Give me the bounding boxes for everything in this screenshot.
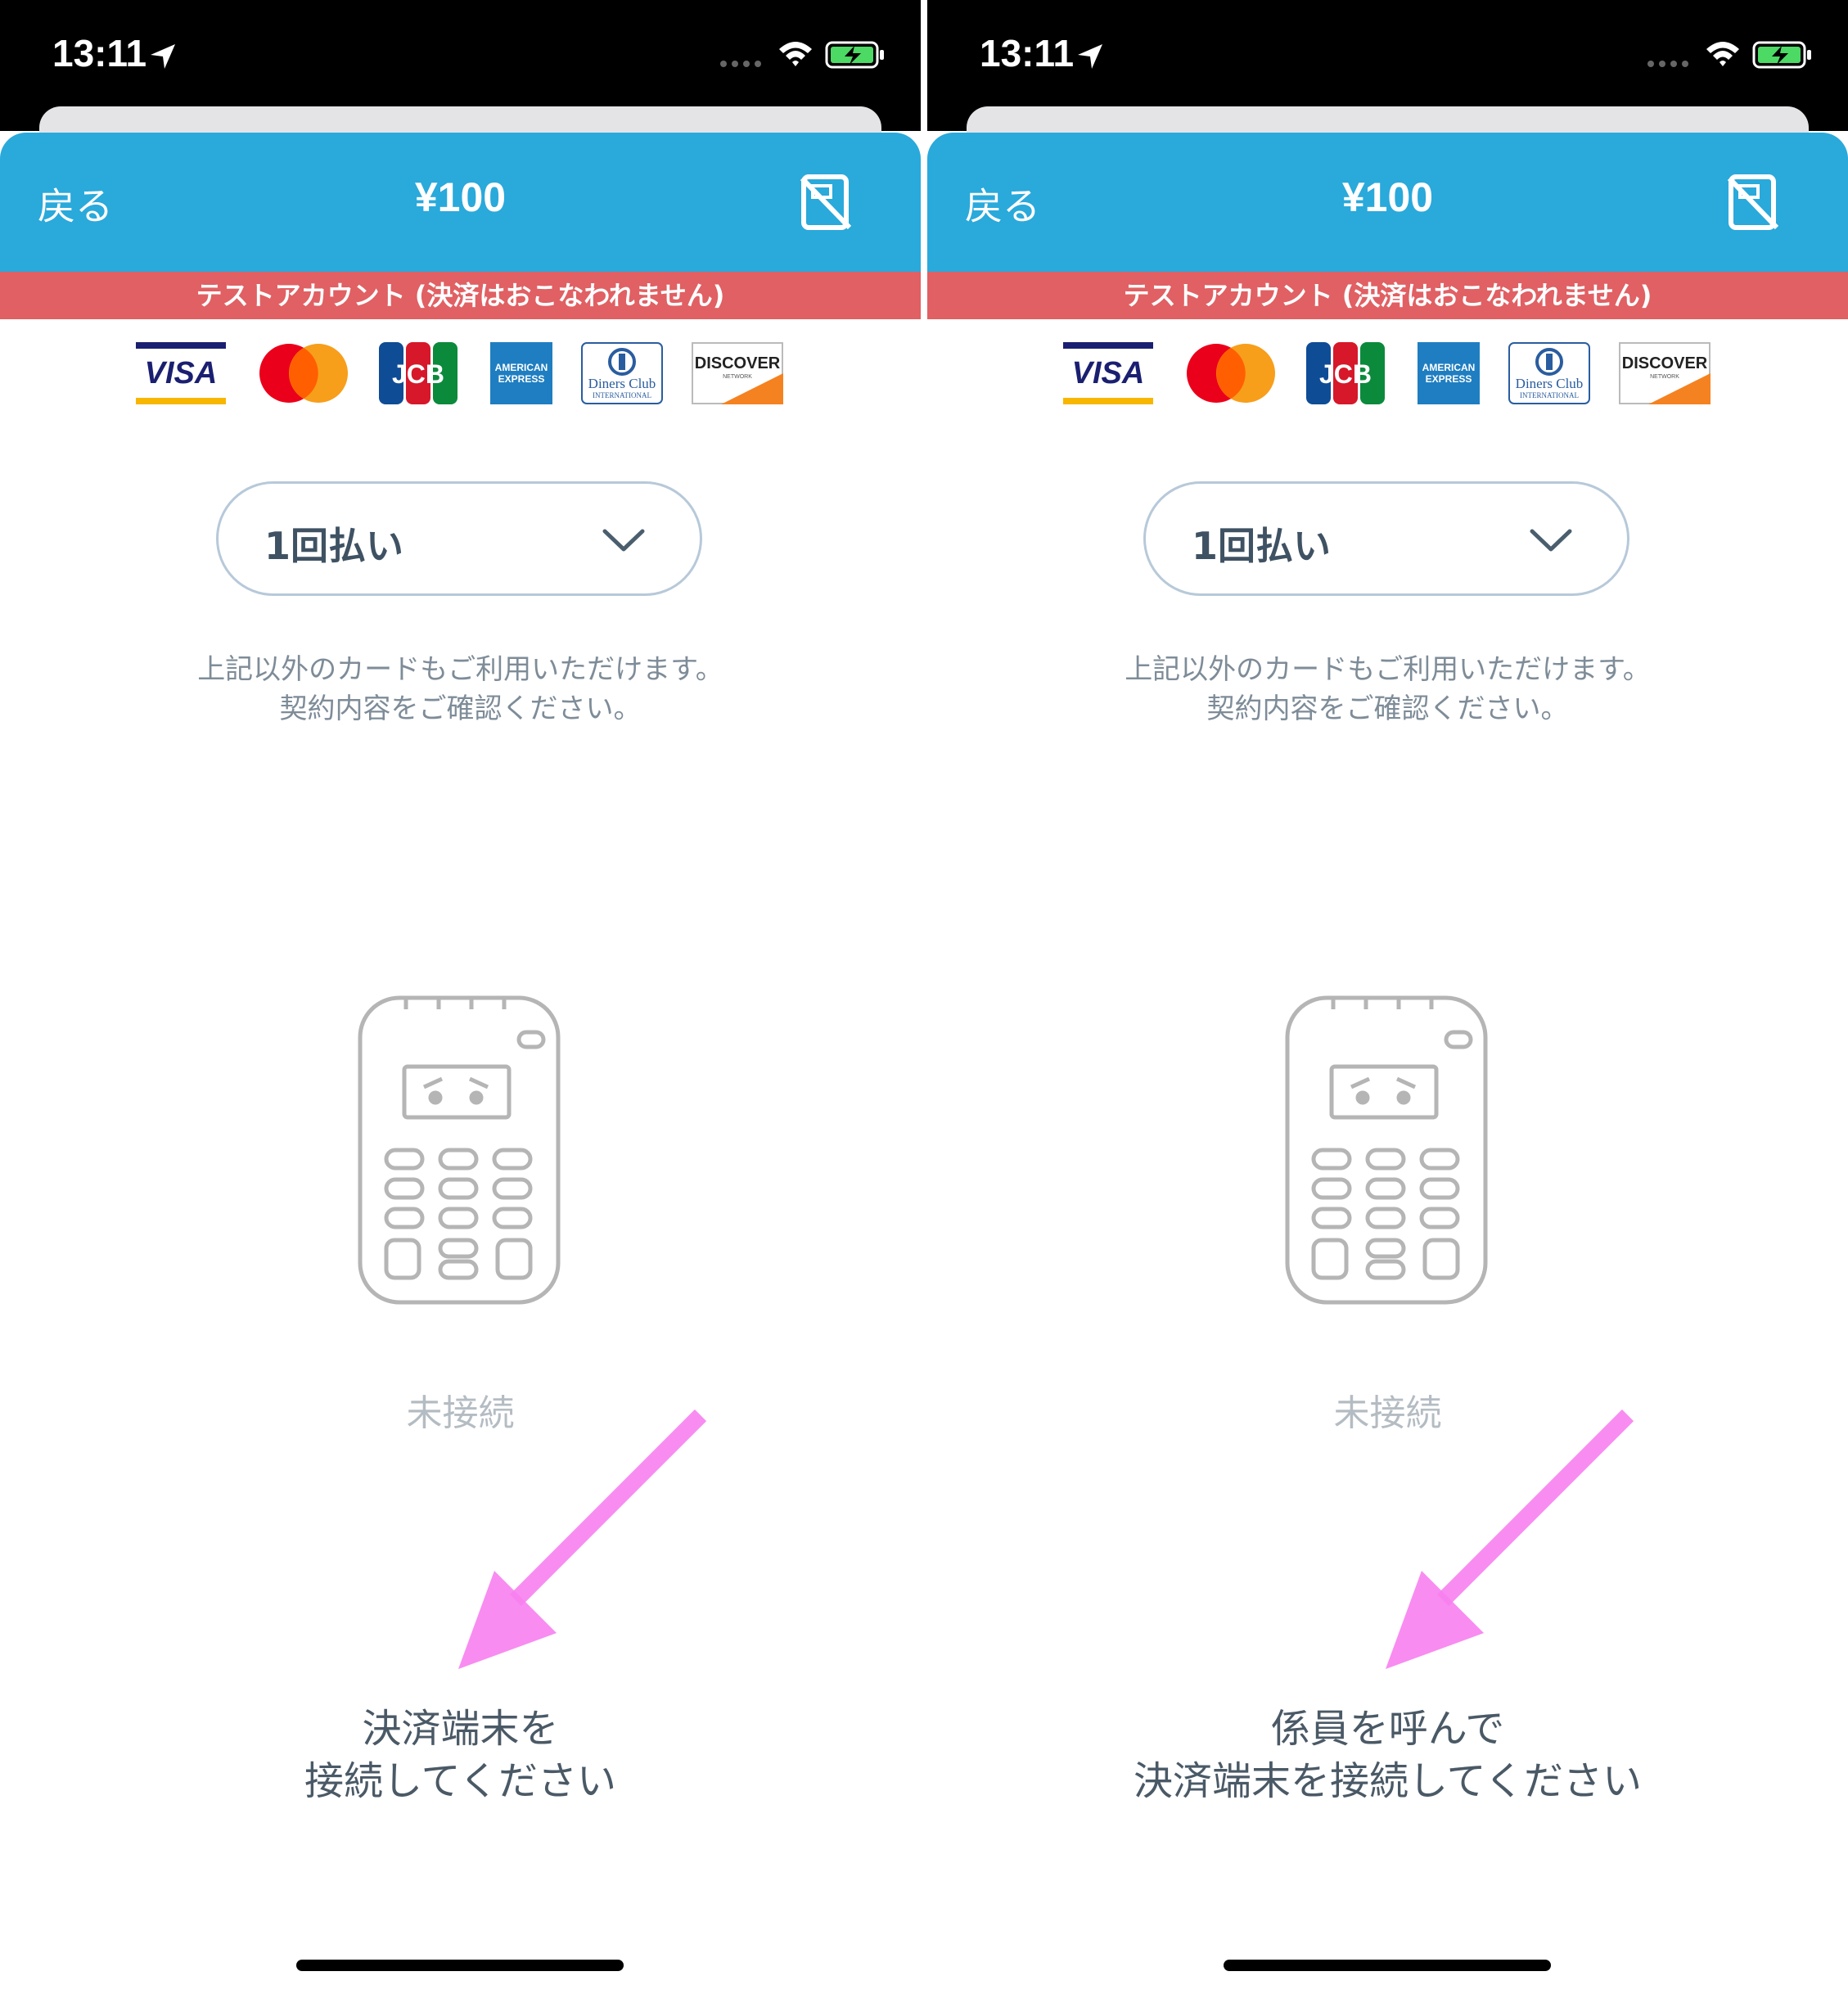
amex-logo: AMERICAN EXPRESS	[490, 342, 552, 404]
signal-icon	[720, 61, 761, 67]
diners-club-logo: Diners Club INTERNATIONAL	[1508, 342, 1590, 404]
header-bar: 戻る ¥100	[927, 133, 1848, 272]
svg-text:NETWORK: NETWORK	[723, 374, 752, 380]
status-time: 13:11	[980, 32, 1075, 74]
battery-charging-icon	[1752, 41, 1811, 69]
installment-selected-value: 1回払い	[1192, 524, 1332, 568]
visa-text: VISA	[145, 356, 218, 390]
amex-logo: AMERICAN EXPRESS	[1418, 342, 1480, 404]
discover-logo: DISCOVER NETWORK	[692, 342, 783, 404]
installment-select[interactable]: 1回払い	[216, 481, 702, 596]
header-bar: 戻る ¥100	[0, 133, 921, 272]
mastercard-logo	[259, 344, 348, 403]
battery-charging-icon	[825, 41, 884, 69]
svg-text:INTERNATIONAL: INTERNATIONAL	[1520, 391, 1579, 399]
card-terminal-icon	[358, 995, 561, 1305]
test-account-banner: テストアカウント (決済はおこなわれません)	[0, 272, 921, 319]
instruction-message: 決済端末を 接続してください	[304, 1706, 617, 1804]
instruction-message: 係員を呼んで 決済端末を接続してください	[1133, 1706, 1643, 1804]
card-terminal-icon	[1285, 995, 1488, 1305]
annotation-arrow	[1386, 1409, 1634, 1669]
no-card-icon[interactable]	[799, 174, 853, 231]
svg-text:INTERNATIONAL: INTERNATIONAL	[593, 391, 651, 399]
supported-cards-note: 上記以外のカードもご利用いただけます。 契約内容をご確認ください。	[1125, 653, 1651, 725]
svg-text:Diners Club: Diners Club	[1516, 376, 1584, 391]
svg-text:EXPRESS: EXPRESS	[1426, 373, 1472, 385]
test-account-banner: テストアカウント (決済はおこなわれません)	[927, 272, 1848, 319]
home-indicator	[296, 1960, 624, 1971]
installment-select[interactable]: 1回払い	[1143, 481, 1629, 596]
diners-club-logo: Diners Club INTERNATIONAL	[581, 342, 663, 404]
visa-text: VISA	[1072, 356, 1145, 390]
wifi-icon	[1706, 42, 1739, 66]
home-indicator	[1224, 1960, 1551, 1971]
svg-text:AMERICAN: AMERICAN	[495, 362, 548, 373]
svg-text:NETWORK: NETWORK	[1650, 374, 1679, 380]
visa-logo: VISA	[1063, 342, 1153, 404]
chevron-down-icon	[1530, 529, 1572, 552]
supported-cards-note: 上記以外のカードもご利用いただけます。 契約内容をご確認ください。	[197, 653, 723, 725]
svg-text:DISCOVER: DISCOVER	[695, 354, 781, 372]
amount-title: ¥100	[414, 174, 507, 220]
screen-left: 13:11 戻る ¥100 テストアカウント (決済はおこなわれません) VIS…	[0, 0, 921, 1994]
jcb-text: JCB	[392, 359, 444, 389]
signal-icon	[1647, 61, 1688, 67]
svg-text:Diners Club: Diners Club	[588, 376, 656, 391]
card-brand-logos: VISA JCB AMERICAN EXPRESS Diners Club IN…	[0, 342, 921, 404]
installment-selected-value: 1回払い	[264, 524, 404, 568]
card-brand-logos: VISA JCB AMERICAN EXPRESS Diners Club IN…	[927, 342, 1848, 404]
mastercard-logo	[1187, 344, 1275, 403]
screen-right: 13:11 戻る ¥100 テストアカウント (決済はおこなわれません) VIS…	[927, 0, 1848, 1994]
svg-text:AMERICAN: AMERICAN	[1422, 362, 1476, 373]
svg-text:DISCOVER: DISCOVER	[1622, 354, 1708, 372]
jcb-text: JCB	[1319, 359, 1372, 389]
annotation-arrow	[458, 1409, 707, 1669]
svg-text:EXPRESS: EXPRESS	[498, 373, 545, 385]
amount-title: ¥100	[1341, 174, 1434, 220]
status-time: 13:11	[52, 32, 147, 74]
discover-logo: DISCOVER NETWORK	[1619, 342, 1711, 404]
location-arrow-icon	[151, 44, 175, 69]
jcb-logo: JCB	[1306, 342, 1385, 404]
location-arrow-icon	[1078, 44, 1102, 69]
wifi-icon	[779, 42, 812, 66]
jcb-logo: JCB	[379, 342, 457, 404]
no-card-icon[interactable]	[1726, 174, 1780, 231]
screen-divider	[921, 0, 927, 1994]
visa-logo: VISA	[136, 342, 226, 404]
chevron-down-icon	[602, 529, 645, 552]
